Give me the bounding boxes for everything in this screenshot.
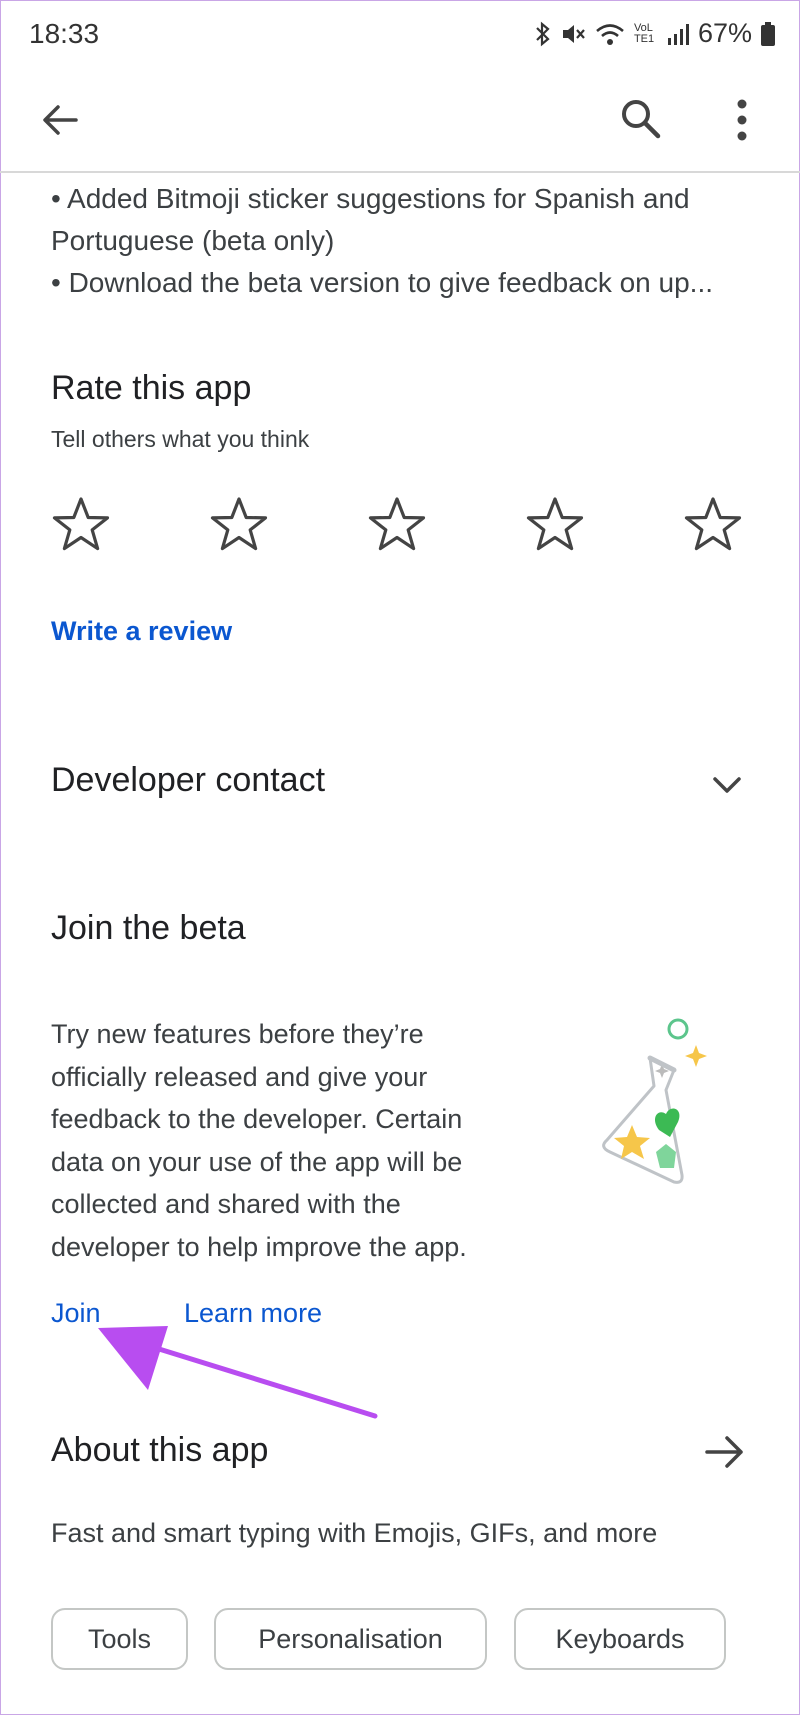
beta-line: feedback to the developer. Certain (51, 1104, 463, 1134)
beta-line: developer to help improve the app. (51, 1231, 467, 1262)
beta-flask-illustration (602, 1018, 707, 1184)
beta-line: collected and shared with the (51, 1189, 401, 1219)
chevron-down-icon[interactable] (710, 770, 744, 800)
whats-new-line: Portuguese (beta only) (51, 225, 335, 256)
star-5-icon[interactable] (684, 496, 742, 554)
whats-new-text: • Added Bitmoji sticker suggestions for … (51, 178, 771, 304)
status-icons: VoLTE1 67% (534, 18, 776, 49)
battery-percent: 67% (697, 18, 752, 48)
battery-icon (761, 21, 775, 46)
volte-label: VoLTE1 (633, 21, 655, 45)
rate-app-title: Rate this app (51, 369, 252, 407)
star-2-icon[interactable] (210, 496, 268, 554)
about-app-description: Fast and smart typing with Emojis, GIFs,… (51, 1518, 658, 1548)
beta-line: Try new features before they’re (51, 1019, 424, 1049)
search-icon[interactable] (616, 94, 664, 142)
join-beta-description: Try new features before they’re official… (51, 1013, 521, 1268)
signal-icon (667, 23, 689, 45)
annotation-arrow-icon (98, 1326, 378, 1419)
back-arrow-icon[interactable] (36, 96, 84, 144)
status-time: 18:33 (29, 18, 100, 49)
whats-new-line: • Added Bitmoji sticker suggestions for … (51, 183, 690, 214)
top-app-bar (0, 74, 800, 173)
more-options-icon[interactable] (722, 94, 762, 146)
arrow-right-icon[interactable] (703, 1432, 747, 1472)
beta-line: officially released and give your (51, 1061, 428, 1092)
developer-contact-title[interactable]: Developer contact (51, 761, 325, 800)
chip-tools[interactable]: Tools (51, 1608, 188, 1670)
mute-icon (562, 24, 585, 43)
star-4-icon[interactable] (526, 496, 584, 554)
whats-new-line: • Download the beta version to give feed… (51, 267, 714, 298)
star-rating (52, 496, 752, 556)
beta-line: data on your use of the app will be (51, 1146, 463, 1177)
about-app-title[interactable]: About this app (51, 1431, 268, 1470)
write-review-link[interactable]: Write a review (51, 616, 232, 647)
wifi-icon (596, 23, 624, 45)
join-beta-title: Join the beta (51, 909, 246, 947)
chip-personalisation[interactable]: Personalisation (214, 1608, 487, 1670)
bluetooth-icon (536, 21, 550, 46)
star-3-icon[interactable] (368, 496, 426, 554)
rate-app-subtitle: Tell others what you think (51, 426, 310, 452)
star-1-icon[interactable] (52, 496, 110, 554)
status-bar: 18:33 VoLTE1 67% (0, 0, 800, 74)
chip-keyboards[interactable]: Keyboards (514, 1608, 726, 1670)
